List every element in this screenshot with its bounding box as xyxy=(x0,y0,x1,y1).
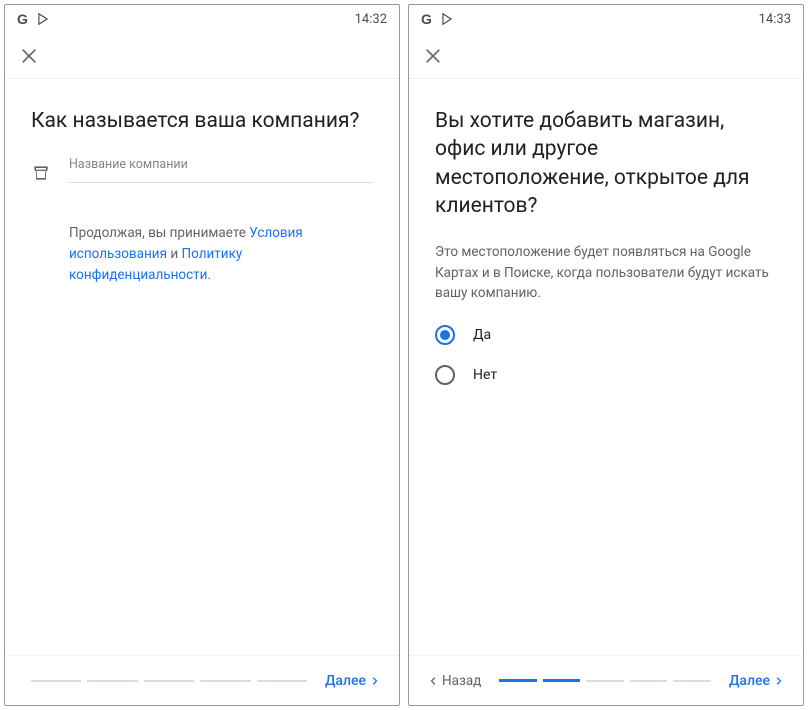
google-g-icon: G xyxy=(421,11,432,27)
progress-seg xyxy=(144,680,194,682)
next-button[interactable]: Далее xyxy=(325,673,381,689)
close-icon[interactable] xyxy=(423,46,443,66)
status-icons: G xyxy=(421,11,454,27)
terms-prefix: Продолжая, вы принимаете xyxy=(69,225,249,241)
content-area: Вы хотите добавить магазин, офис или дру… xyxy=(409,79,803,655)
progress-seg xyxy=(87,680,137,682)
status-bar: G 14:32 xyxy=(5,5,399,33)
radio-button-icon xyxy=(435,365,455,385)
progress-seg xyxy=(586,680,624,682)
content-area: Как называется ваша компания? Название к… xyxy=(5,79,399,655)
company-name-input[interactable]: Название компании xyxy=(69,157,373,183)
progress-seg xyxy=(200,680,250,682)
input-placeholder: Название компании xyxy=(69,157,373,172)
progress-indicator xyxy=(23,680,315,682)
terms-mid: и xyxy=(167,246,182,262)
chevron-left-icon xyxy=(427,675,439,687)
page-title: Вы хотите добавить магазин, офис или дру… xyxy=(435,107,777,220)
company-name-row: Название компании xyxy=(31,157,373,183)
storefront-icon xyxy=(31,163,51,183)
progress-indicator xyxy=(491,679,719,682)
status-icons: G xyxy=(17,11,50,27)
progress-seg xyxy=(499,679,537,682)
terms-suffix: . xyxy=(207,267,211,283)
progress-seg xyxy=(257,680,307,682)
footer-bar: Далее xyxy=(5,655,399,705)
close-icon[interactable] xyxy=(19,46,39,66)
app-header xyxy=(5,33,399,79)
next-button[interactable]: Далее xyxy=(729,673,785,689)
input-underline xyxy=(69,182,373,183)
progress-seg xyxy=(543,679,581,682)
radio-button-icon xyxy=(435,325,455,345)
play-icon xyxy=(36,12,50,26)
progress-seg xyxy=(673,680,711,682)
clock: 14:32 xyxy=(355,12,387,27)
screen-add-location: G 14:33 Вы хотите добавить магазин, офис… xyxy=(408,4,804,706)
footer-bar: Назад Далее xyxy=(409,655,803,705)
chevron-right-icon xyxy=(369,675,381,687)
chevron-right-icon xyxy=(773,675,785,687)
terms-text: Продолжая, вы принимаете Условия использ… xyxy=(31,223,373,286)
progress-seg xyxy=(31,680,81,682)
back-label: Назад xyxy=(442,673,481,689)
page-subtitle: Это местоположение будет появляться на G… xyxy=(435,242,777,303)
back-button[interactable]: Назад xyxy=(427,673,481,689)
next-label: Далее xyxy=(729,673,770,689)
radio-option-no[interactable]: Нет xyxy=(435,365,777,385)
play-icon xyxy=(440,12,454,26)
progress-seg xyxy=(630,680,668,682)
page-title: Как называется ваша компания? xyxy=(31,107,373,135)
radio-option-yes[interactable]: Да xyxy=(435,325,777,345)
radio-label: Да xyxy=(473,327,491,343)
location-radio-group: Да Нет xyxy=(435,325,777,385)
next-label: Далее xyxy=(325,673,366,689)
app-header xyxy=(409,33,803,79)
status-bar: G 14:33 xyxy=(409,5,803,33)
screen-company-name: G 14:32 Как называется ваша компания? На… xyxy=(4,4,400,706)
clock: 14:33 xyxy=(759,12,791,27)
radio-label: Нет xyxy=(473,367,497,383)
google-g-icon: G xyxy=(17,11,28,27)
